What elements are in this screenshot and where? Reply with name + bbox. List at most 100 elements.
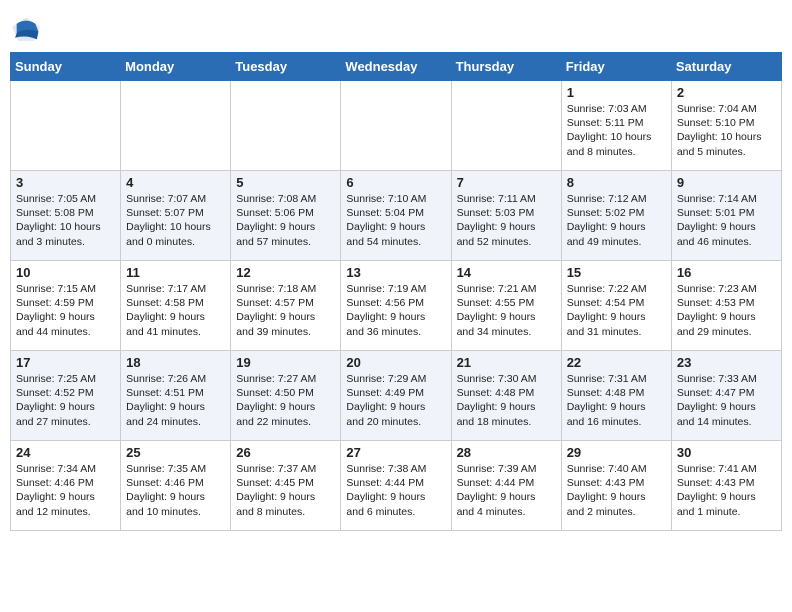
calendar-week-row: 17 Sunrise: 7:25 AM Sunset: 4:52 PM Dayli… [11,351,782,441]
day-number: 24 [16,445,115,460]
calendar-cell: 16 Sunrise: 7:23 AM Sunset: 4:53 PM Dayli… [671,261,781,351]
day-info: Sunrise: 7:38 AM Sunset: 4:44 PM Dayligh… [346,462,445,519]
calendar-cell: 29 Sunrise: 7:40 AM Sunset: 4:43 PM Dayli… [561,441,671,531]
calendar-header-sunday: Sunday [11,53,121,81]
day-info: Sunrise: 7:22 AM Sunset: 4:54 PM Dayligh… [567,282,666,339]
calendar-header-thursday: Thursday [451,53,561,81]
day-info: Sunrise: 7:15 AM Sunset: 4:59 PM Dayligh… [16,282,115,339]
day-number: 16 [677,265,776,280]
calendar-cell: 24 Sunrise: 7:34 AM Sunset: 4:46 PM Dayli… [11,441,121,531]
calendar-cell: 26Sunrise: 7:37 AM Sunset: 4:45 PM Dayli… [231,441,341,531]
day-number: 10 [16,265,115,280]
calendar-week-row: 24 Sunrise: 7:34 AM Sunset: 4:46 PM Dayli… [11,441,782,531]
day-info: Sunrise: 7:08 AM Sunset: 5:06 PM Dayligh… [236,192,335,249]
day-number: 23 [677,355,776,370]
day-number: 15 [567,265,666,280]
calendar-header-row: SundayMondayTuesdayWednesdayThursdayFrid… [11,53,782,81]
calendar-header-wednesday: Wednesday [341,53,451,81]
day-number: 30 [677,445,776,460]
calendar-week-row: 1 Sunrise: 7:03 AM Sunset: 5:11 PM Daylig… [11,81,782,171]
logo-icon [10,16,42,44]
day-info: Sunrise: 7:23 AM Sunset: 4:53 PM Dayligh… [677,282,776,339]
day-number: 17 [16,355,115,370]
day-number: 11 [126,265,225,280]
day-info: Sunrise: 7:11 AM Sunset: 5:03 PM Dayligh… [457,192,556,249]
day-number: 7 [457,175,556,190]
calendar-cell: 14 Sunrise: 7:21 AM Sunset: 4:55 PM Dayli… [451,261,561,351]
day-info: Sunrise: 7:07 AM Sunset: 5:07 PM Dayligh… [126,192,225,249]
day-number: 20 [346,355,445,370]
day-info: Sunrise: 7:26 AM Sunset: 4:51 PM Dayligh… [126,372,225,429]
day-info: Sunrise: 7:39 AM Sunset: 4:44 PM Dayligh… [457,462,556,519]
calendar-cell: 6 Sunrise: 7:10 AM Sunset: 5:04 PM Daylig… [341,171,451,261]
day-number: 19 [236,355,335,370]
logo [10,16,46,44]
calendar-cell: 7 Sunrise: 7:11 AM Sunset: 5:03 PM Daylig… [451,171,561,261]
calendar-header-monday: Monday [121,53,231,81]
day-info: Sunrise: 7:29 AM Sunset: 4:49 PM Dayligh… [346,372,445,429]
calendar-header-tuesday: Tuesday [231,53,341,81]
calendar-cell: 2Sunrise: 7:04 AM Sunset: 5:10 PM Daylig… [671,81,781,171]
calendar-cell: 5 Sunrise: 7:08 AM Sunset: 5:06 PM Daylig… [231,171,341,261]
day-info: Sunrise: 7:40 AM Sunset: 4:43 PM Dayligh… [567,462,666,519]
calendar-cell: 20 Sunrise: 7:29 AM Sunset: 4:49 PM Dayli… [341,351,451,441]
calendar-cell: 23Sunrise: 7:33 AM Sunset: 4:47 PM Dayli… [671,351,781,441]
calendar-cell: 17 Sunrise: 7:25 AM Sunset: 4:52 PM Dayli… [11,351,121,441]
day-number: 29 [567,445,666,460]
day-number: 27 [346,445,445,460]
day-number: 1 [567,85,666,100]
calendar-table: SundayMondayTuesdayWednesdayThursdayFrid… [10,52,782,531]
calendar-cell: 1 Sunrise: 7:03 AM Sunset: 5:11 PM Daylig… [561,81,671,171]
day-info: Sunrise: 7:31 AM Sunset: 4:48 PM Dayligh… [567,372,666,429]
calendar-week-row: 3Sunrise: 7:05 AM Sunset: 5:08 PM Daylig… [11,171,782,261]
day-number: 2 [677,85,776,100]
calendar-cell: 11 Sunrise: 7:17 AM Sunset: 4:58 PM Dayli… [121,261,231,351]
day-info: Sunrise: 7:25 AM Sunset: 4:52 PM Dayligh… [16,372,115,429]
day-number: 6 [346,175,445,190]
day-info: Sunrise: 7:30 AM Sunset: 4:48 PM Dayligh… [457,372,556,429]
calendar-cell: 9 Sunrise: 7:14 AM Sunset: 5:01 PM Daylig… [671,171,781,261]
calendar-week-row: 10 Sunrise: 7:15 AM Sunset: 4:59 PM Dayli… [11,261,782,351]
day-number: 14 [457,265,556,280]
day-number: 25 [126,445,225,460]
calendar-cell: 12Sunrise: 7:18 AM Sunset: 4:57 PM Dayli… [231,261,341,351]
calendar-cell [451,81,561,171]
day-number: 8 [567,175,666,190]
day-info: Sunrise: 7:41 AM Sunset: 4:43 PM Dayligh… [677,462,776,519]
calendar-cell [11,81,121,171]
day-info: Sunrise: 7:14 AM Sunset: 5:01 PM Dayligh… [677,192,776,249]
day-number: 28 [457,445,556,460]
day-info: Sunrise: 7:10 AM Sunset: 5:04 PM Dayligh… [346,192,445,249]
day-number: 21 [457,355,556,370]
day-info: Sunrise: 7:21 AM Sunset: 4:55 PM Dayligh… [457,282,556,339]
calendar-cell: 13 Sunrise: 7:19 AM Sunset: 4:56 PM Dayli… [341,261,451,351]
day-info: Sunrise: 7:18 AM Sunset: 4:57 PM Dayligh… [236,282,335,339]
calendar-cell: 4 Sunrise: 7:07 AM Sunset: 5:07 PM Daylig… [121,171,231,261]
calendar-header-saturday: Saturday [671,53,781,81]
calendar-cell: 3Sunrise: 7:05 AM Sunset: 5:08 PM Daylig… [11,171,121,261]
day-number: 18 [126,355,225,370]
day-number: 22 [567,355,666,370]
day-info: Sunrise: 7:19 AM Sunset: 4:56 PM Dayligh… [346,282,445,339]
day-number: 5 [236,175,335,190]
calendar-cell [121,81,231,171]
day-info: Sunrise: 7:34 AM Sunset: 4:46 PM Dayligh… [16,462,115,519]
calendar-cell: 21 Sunrise: 7:30 AM Sunset: 4:48 PM Dayli… [451,351,561,441]
page-header [10,10,782,44]
day-number: 13 [346,265,445,280]
day-info: Sunrise: 7:27 AM Sunset: 4:50 PM Dayligh… [236,372,335,429]
day-info: Sunrise: 7:17 AM Sunset: 4:58 PM Dayligh… [126,282,225,339]
day-number: 4 [126,175,225,190]
day-number: 9 [677,175,776,190]
day-info: Sunrise: 7:03 AM Sunset: 5:11 PM Dayligh… [567,102,666,159]
calendar-cell: 15 Sunrise: 7:22 AM Sunset: 4:54 PM Dayli… [561,261,671,351]
calendar-cell: 30 Sunrise: 7:41 AM Sunset: 4:43 PM Dayli… [671,441,781,531]
calendar-cell: 8Sunrise: 7:12 AM Sunset: 5:02 PM Daylig… [561,171,671,261]
day-info: Sunrise: 7:35 AM Sunset: 4:46 PM Dayligh… [126,462,225,519]
day-info: Sunrise: 7:37 AM Sunset: 4:45 PM Dayligh… [236,462,335,519]
calendar-cell: 25 Sunrise: 7:35 AM Sunset: 4:46 PM Dayli… [121,441,231,531]
calendar-cell: 28 Sunrise: 7:39 AM Sunset: 4:44 PM Dayli… [451,441,561,531]
calendar-cell: 18 Sunrise: 7:26 AM Sunset: 4:51 PM Dayli… [121,351,231,441]
calendar-cell: 27 Sunrise: 7:38 AM Sunset: 4:44 PM Dayli… [341,441,451,531]
calendar-cell: 10 Sunrise: 7:15 AM Sunset: 4:59 PM Dayli… [11,261,121,351]
